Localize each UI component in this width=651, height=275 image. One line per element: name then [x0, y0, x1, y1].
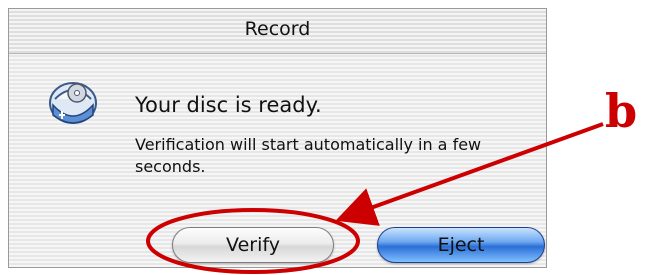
screenshot-stage: Record Your disc is ready. Verification …: [0, 0, 651, 275]
window-title: Record: [244, 18, 311, 40]
status-message: Verification will start automatically in…: [135, 135, 482, 176]
annotation-label: b: [605, 84, 638, 138]
verify-button[interactable]: Verify: [172, 227, 334, 263]
status-heading: Your disc is ready.: [135, 93, 322, 117]
disc-tray-icon: [49, 82, 97, 124]
eject-button[interactable]: Eject: [377, 227, 545, 263]
record-dialog: Record Your disc is ready. Verification …: [8, 8, 547, 268]
title-bar[interactable]: Record: [9, 9, 546, 54]
